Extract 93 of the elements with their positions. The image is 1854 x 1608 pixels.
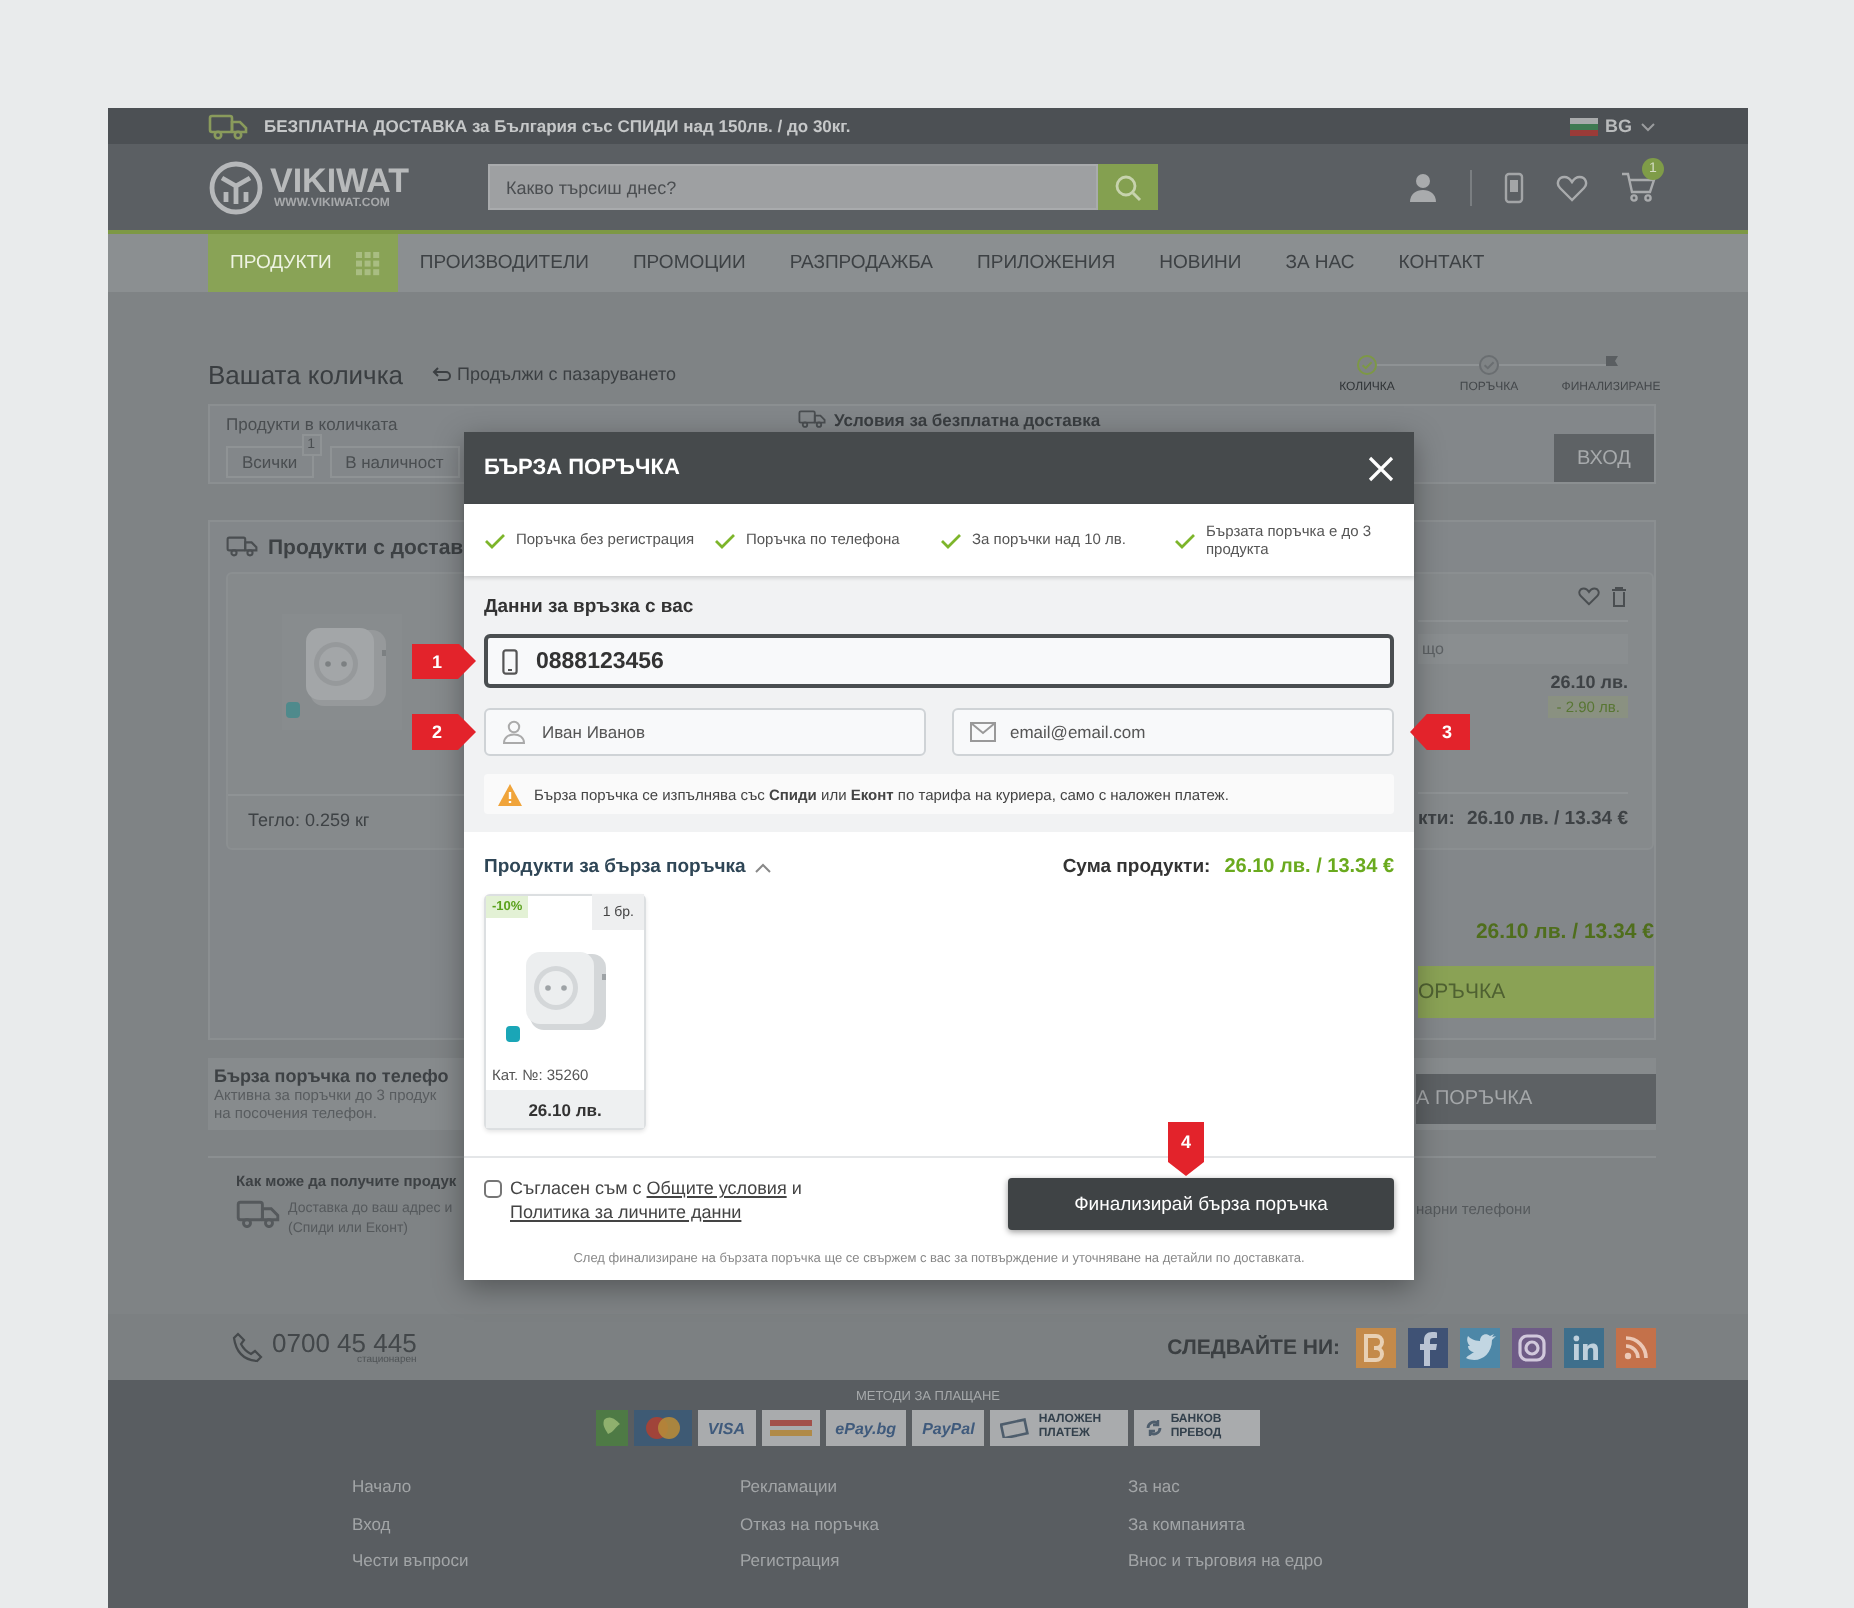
check-icon bbox=[484, 531, 506, 549]
annotation-badge: 2 bbox=[412, 714, 476, 750]
transfer-icon bbox=[1144, 1418, 1165, 1438]
filter-button[interactable]: Всички bbox=[226, 446, 314, 478]
flag-icon bbox=[1569, 117, 1597, 135]
facebook-icon[interactable] bbox=[1408, 1327, 1448, 1367]
close-icon bbox=[1368, 455, 1394, 481]
search-button[interactable] bbox=[1098, 164, 1158, 210]
truck-icon bbox=[226, 536, 258, 558]
truck-icon bbox=[236, 1200, 280, 1229]
subtotal-amount: 26.10 лв. / 13.34 € bbox=[1466, 808, 1628, 830]
nav-tab[interactable]: ПРОДУКТИ bbox=[208, 234, 398, 292]
payment-logo: ePay.bg bbox=[825, 1410, 907, 1446]
product-price: 26.10 лв. bbox=[1550, 672, 1628, 692]
footer-link[interactable]: За компанията bbox=[1128, 1513, 1748, 1533]
brand-logo[interactable]: VIKIWAT bbox=[270, 164, 410, 198]
check-icon bbox=[714, 531, 736, 549]
nav-tab[interactable]: РАЗПРОДАЖБА bbox=[767, 234, 956, 292]
chevron-down-icon bbox=[1640, 121, 1656, 131]
follow-label: СЛЕДВАЙТЕ НИ: bbox=[1167, 1335, 1340, 1359]
camera-icon[interactable] bbox=[1512, 1327, 1552, 1367]
free-delivery-link[interactable]: Условия за безплатна доставка bbox=[834, 410, 1101, 430]
page-title: Вашата количка bbox=[208, 359, 404, 389]
check-icon bbox=[1174, 531, 1196, 549]
continue-shopping-link[interactable]: Продължи с пазаруването bbox=[457, 364, 676, 384]
nav-tab[interactable]: ПРИЛОЖЕНИЯ bbox=[955, 234, 1138, 292]
rss-icon[interactable] bbox=[1616, 1327, 1656, 1367]
payment-emblem-icon bbox=[595, 1410, 628, 1446]
twitter-icon[interactable] bbox=[1460, 1327, 1500, 1367]
logo-icon bbox=[208, 159, 264, 215]
filter-button[interactable]: В наличност bbox=[329, 446, 460, 478]
order-total: 26.10 лв. / 13.34 € bbox=[1475, 920, 1654, 944]
card-circles-icon bbox=[633, 1410, 692, 1446]
grid-icon bbox=[355, 251, 380, 275]
user-icon bbox=[1408, 172, 1438, 202]
email-field[interactable]: email@email.com bbox=[952, 708, 1394, 756]
footer-link[interactable]: Регистрация bbox=[740, 1550, 1128, 1570]
truck-icon bbox=[208, 113, 248, 139]
consent-text: Съгласен съм с Общите условия и Политика за личните данни bbox=[510, 1176, 804, 1224]
search-icon bbox=[1114, 173, 1142, 201]
annotation-badge: 1 bbox=[412, 643, 476, 679]
sum-amount: 26.10 лв. / 13.34 € bbox=[1224, 856, 1394, 878]
phone-icon bbox=[232, 1331, 264, 1363]
annotation-badge: 4 bbox=[1168, 1122, 1204, 1176]
cash-icon bbox=[1000, 1418, 1033, 1438]
nav-tab[interactable]: НОВИНИ bbox=[1137, 234, 1264, 292]
nav-tab[interactable]: ЗА НАС bbox=[1263, 234, 1377, 292]
name-field[interactable]: Иван Иванов bbox=[484, 708, 926, 756]
products-toggle[interactable]: Продукти за бърза поръчка bbox=[484, 856, 746, 878]
blog-icon[interactable] bbox=[1356, 1327, 1396, 1367]
product-price: 26.10 лв. bbox=[486, 1090, 644, 1128]
language-selector[interactable]: BG bbox=[1605, 116, 1632, 136]
payment-logo: PayPal bbox=[912, 1410, 985, 1446]
footer-link[interactable]: За нас bbox=[1128, 1476, 1748, 1496]
warning-icon bbox=[498, 783, 522, 805]
footer-link[interactable]: Чести въпроси bbox=[352, 1550, 740, 1570]
back-arrow-icon bbox=[431, 366, 452, 382]
heart-icon bbox=[1578, 586, 1600, 606]
close-button[interactable] bbox=[1368, 455, 1394, 481]
section-label: Продукти в количката bbox=[226, 414, 398, 434]
truck-icon bbox=[798, 410, 826, 429]
payment-logo: VISA bbox=[697, 1410, 756, 1446]
footer-link[interactable]: Отказ на поръчка bbox=[740, 1513, 1128, 1533]
dialog-title: БЪРЗА ПОРЪЧКА bbox=[484, 456, 680, 480]
trash-icon bbox=[1610, 586, 1628, 608]
quick-order-button[interactable]: А ПОРЪЧКА bbox=[1416, 1074, 1656, 1124]
phone-number[interactable]: 0700 45 445 bbox=[272, 1329, 417, 1355]
cart-icon bbox=[1620, 172, 1656, 202]
search-field[interactable]: Какво търсиш днес? bbox=[488, 164, 1098, 210]
section-title: Продукти с достав bbox=[268, 535, 464, 559]
check-icon bbox=[940, 531, 962, 549]
footer-link[interactable]: Внос и търговия на едро bbox=[1128, 1550, 1748, 1570]
section-title: Данни за връзка с вас bbox=[484, 596, 696, 620]
nav-tab[interactable]: ПРОМОЦИИ bbox=[610, 234, 768, 292]
heart-icon bbox=[1556, 173, 1588, 201]
footer-link[interactable]: Начало bbox=[352, 1476, 740, 1496]
mobile-phone-icon bbox=[1504, 171, 1524, 203]
subtotal-label: кти: bbox=[1418, 808, 1455, 830]
order-button[interactable]: ОРЪЧКА bbox=[1418, 966, 1654, 1018]
phone-field[interactable]: 0888123456 bbox=[484, 634, 1394, 688]
annotation-badge: 3 bbox=[1410, 714, 1470, 750]
nav-tab[interactable]: КОНТАКТ bbox=[1376, 234, 1507, 292]
terms-link[interactable]: Общите условия bbox=[646, 1178, 787, 1198]
quick-order-title: Бърза поръчка по телефо bbox=[214, 1066, 451, 1086]
footer-link[interactable]: Вход bbox=[352, 1513, 740, 1533]
footer-link[interactable]: Рекламации bbox=[740, 1476, 1128, 1496]
nav-tab[interactable]: ПРОИЗВОДИТЕЛИ bbox=[397, 234, 611, 292]
sum-label: Сума продукти: bbox=[1062, 856, 1211, 878]
linkedin-icon[interactable] bbox=[1564, 1327, 1604, 1367]
login-button[interactable]: ВХОД bbox=[1554, 434, 1654, 482]
promo-text: БЕЗПЛАТНА ДОСТАВКА за България със СПИДИ над 150лв. / до 30кг. bbox=[264, 116, 851, 136]
consent-checkbox[interactable] bbox=[484, 1180, 502, 1198]
privacy-link[interactable]: Политика за личните данни bbox=[510, 1202, 742, 1222]
